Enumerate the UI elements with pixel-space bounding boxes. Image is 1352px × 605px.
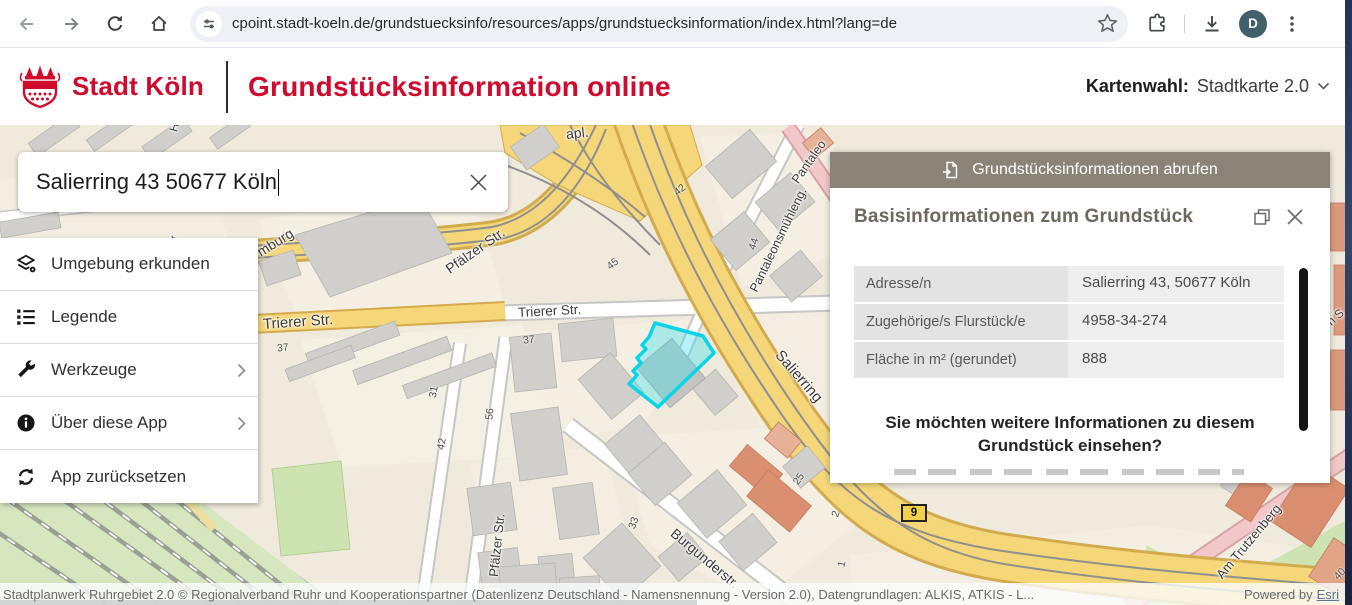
- search-text: Salierring 43 50677 Köln: [36, 169, 277, 195]
- site-settings-icon[interactable]: [196, 11, 222, 37]
- menu-item-werkzeuge[interactable]: Werkzeuge: [0, 344, 258, 397]
- menu-item-label: Über diese App: [51, 413, 167, 433]
- table-row: Adresse/n Salierring 43, 50677 Köln: [854, 266, 1284, 302]
- screen: cpoint.stadt-koeln.de/grundstuecksinfo/r…: [0, 0, 1352, 605]
- table-row: Fläche in m² (gerundet) 888: [854, 342, 1284, 378]
- fetch-info-icon: [942, 161, 960, 179]
- row-value: Salierring 43, 50677 Köln: [1068, 266, 1284, 302]
- map-choice-dropdown[interactable]: Kartenwahl: Stadtkarte 2.0: [1086, 48, 1330, 125]
- menu-item-label: App zurücksetzen: [51, 467, 186, 487]
- bookmark-star-icon[interactable]: [1097, 13, 1118, 34]
- sidebar-menu: Umgebung erkunden Legende Werkzeuge Über…: [0, 238, 258, 503]
- route-shield-9: 9: [901, 504, 927, 522]
- browser-toolbar: cpoint.stadt-koeln.de/grundstuecksinfo/r…: [0, 0, 1352, 48]
- row-value: 4958-34-274: [1068, 304, 1284, 340]
- chevron-right-icon: [237, 416, 246, 431]
- menu-item-label: Umgebung erkunden: [51, 254, 210, 274]
- menu-item-app-zuruecksetzen[interactable]: App zurücksetzen: [0, 450, 258, 503]
- info-icon: [14, 411, 38, 435]
- url-text[interactable]: cpoint.stadt-koeln.de/grundstuecksinfo/r…: [232, 15, 1089, 32]
- menu-item-legende[interactable]: Legende: [0, 291, 258, 344]
- refresh-icon: [14, 465, 38, 489]
- header-divider: [226, 61, 228, 113]
- clipped-text-line: [894, 469, 1244, 475]
- chevron-down-icon: [1317, 82, 1330, 91]
- map-attribution-bar: Stadtplanwerk Ruhrgebiet 2.0 © Regionalv…: [0, 583, 1345, 605]
- close-panel-icon[interactable]: [1286, 208, 1304, 226]
- panel-header-label: Grundstücksinformationen abrufen: [972, 161, 1217, 179]
- chevron-right-icon: [237, 363, 246, 378]
- powered-by-text: Powered by: [1244, 587, 1313, 602]
- legend-list-icon: [14, 305, 38, 329]
- street-label: apl.: [565, 125, 589, 142]
- map-choice-value: Stadtkarte 2.0: [1197, 76, 1309, 97]
- row-label: Zugehörige/s Flurstück/e: [854, 304, 1068, 340]
- house-number: 56: [483, 408, 496, 421]
- menu-item-label: Werkzeuge: [51, 360, 137, 380]
- stadt-koeln-crest-icon: [18, 63, 62, 111]
- download-icon[interactable]: [1201, 13, 1223, 35]
- info-panel: Grundstücksinformationen abrufen Basisin…: [830, 152, 1330, 483]
- panel-title: Basisinformationen zum Grundstück: [854, 206, 1193, 228]
- wrench-icon: [14, 358, 38, 382]
- menu-item-umgebung-erkunden[interactable]: Umgebung erkunden: [0, 238, 258, 291]
- menu-item-ueber-diese-app[interactable]: Über diese App: [0, 397, 258, 450]
- menu-item-label: Legende: [51, 307, 117, 327]
- brand-name: Stadt Köln: [72, 71, 204, 102]
- back-icon[interactable]: [10, 7, 44, 41]
- browser-menu-icon[interactable]: [1283, 14, 1301, 34]
- panel-scrollbar[interactable]: [1299, 268, 1308, 431]
- table-row: Zugehörige/s Flurstück/e 4958-34-274: [854, 304, 1284, 340]
- browser-actions: D: [1146, 10, 1301, 38]
- text-caret: [278, 169, 280, 196]
- layers-gear-icon: [14, 252, 38, 276]
- attribution-text: Stadtplanwerk Ruhrgebiet 2.0 © Regionalv…: [3, 587, 1034, 602]
- row-label: Adresse/n: [854, 266, 1068, 302]
- page-title: Grundstücksinformation online: [248, 71, 671, 103]
- profile-avatar[interactable]: D: [1239, 10, 1267, 38]
- popout-copy-icon[interactable]: [1252, 207, 1272, 227]
- forward-icon[interactable]: [54, 7, 88, 41]
- house-number: 42: [435, 437, 449, 451]
- clear-search-icon[interactable]: [465, 169, 492, 196]
- house-number: 31: [427, 385, 441, 399]
- home-icon[interactable]: [142, 7, 176, 41]
- row-label: Fläche in m² (gerundet): [854, 342, 1068, 378]
- powered-by: Powered by Esri: [1244, 587, 1339, 602]
- house-number: 37: [522, 333, 535, 346]
- map-choice-label: Kartenwahl:: [1086, 76, 1189, 97]
- basis-info-table: Adresse/n Salierring 43, 50677 Köln Zuge…: [854, 266, 1284, 380]
- url-bar[interactable]: cpoint.stadt-koeln.de/grundstuecksinfo/r…: [190, 6, 1128, 42]
- esri-link[interactable]: Esri: [1317, 587, 1339, 602]
- reload-icon[interactable]: [98, 7, 132, 41]
- panel-header-button[interactable]: Grundstücksinformationen abrufen: [830, 152, 1330, 188]
- app-header: Stadt Köln Grundstücksinformation online…: [0, 48, 1352, 125]
- panel-body: Basisinformationen zum Grundstück Adress…: [830, 188, 1330, 483]
- extensions-icon[interactable]: [1146, 13, 1168, 35]
- row-value: 888: [1068, 342, 1284, 378]
- desktop-edge: [1345, 0, 1352, 605]
- search-input[interactable]: Salierring 43 50677 Köln: [18, 152, 508, 212]
- house-number: 37: [276, 341, 289, 354]
- panel-question: Sie möchten weitere Informationen zu die…: [874, 412, 1266, 458]
- toolbar-divider: [1184, 15, 1185, 33]
